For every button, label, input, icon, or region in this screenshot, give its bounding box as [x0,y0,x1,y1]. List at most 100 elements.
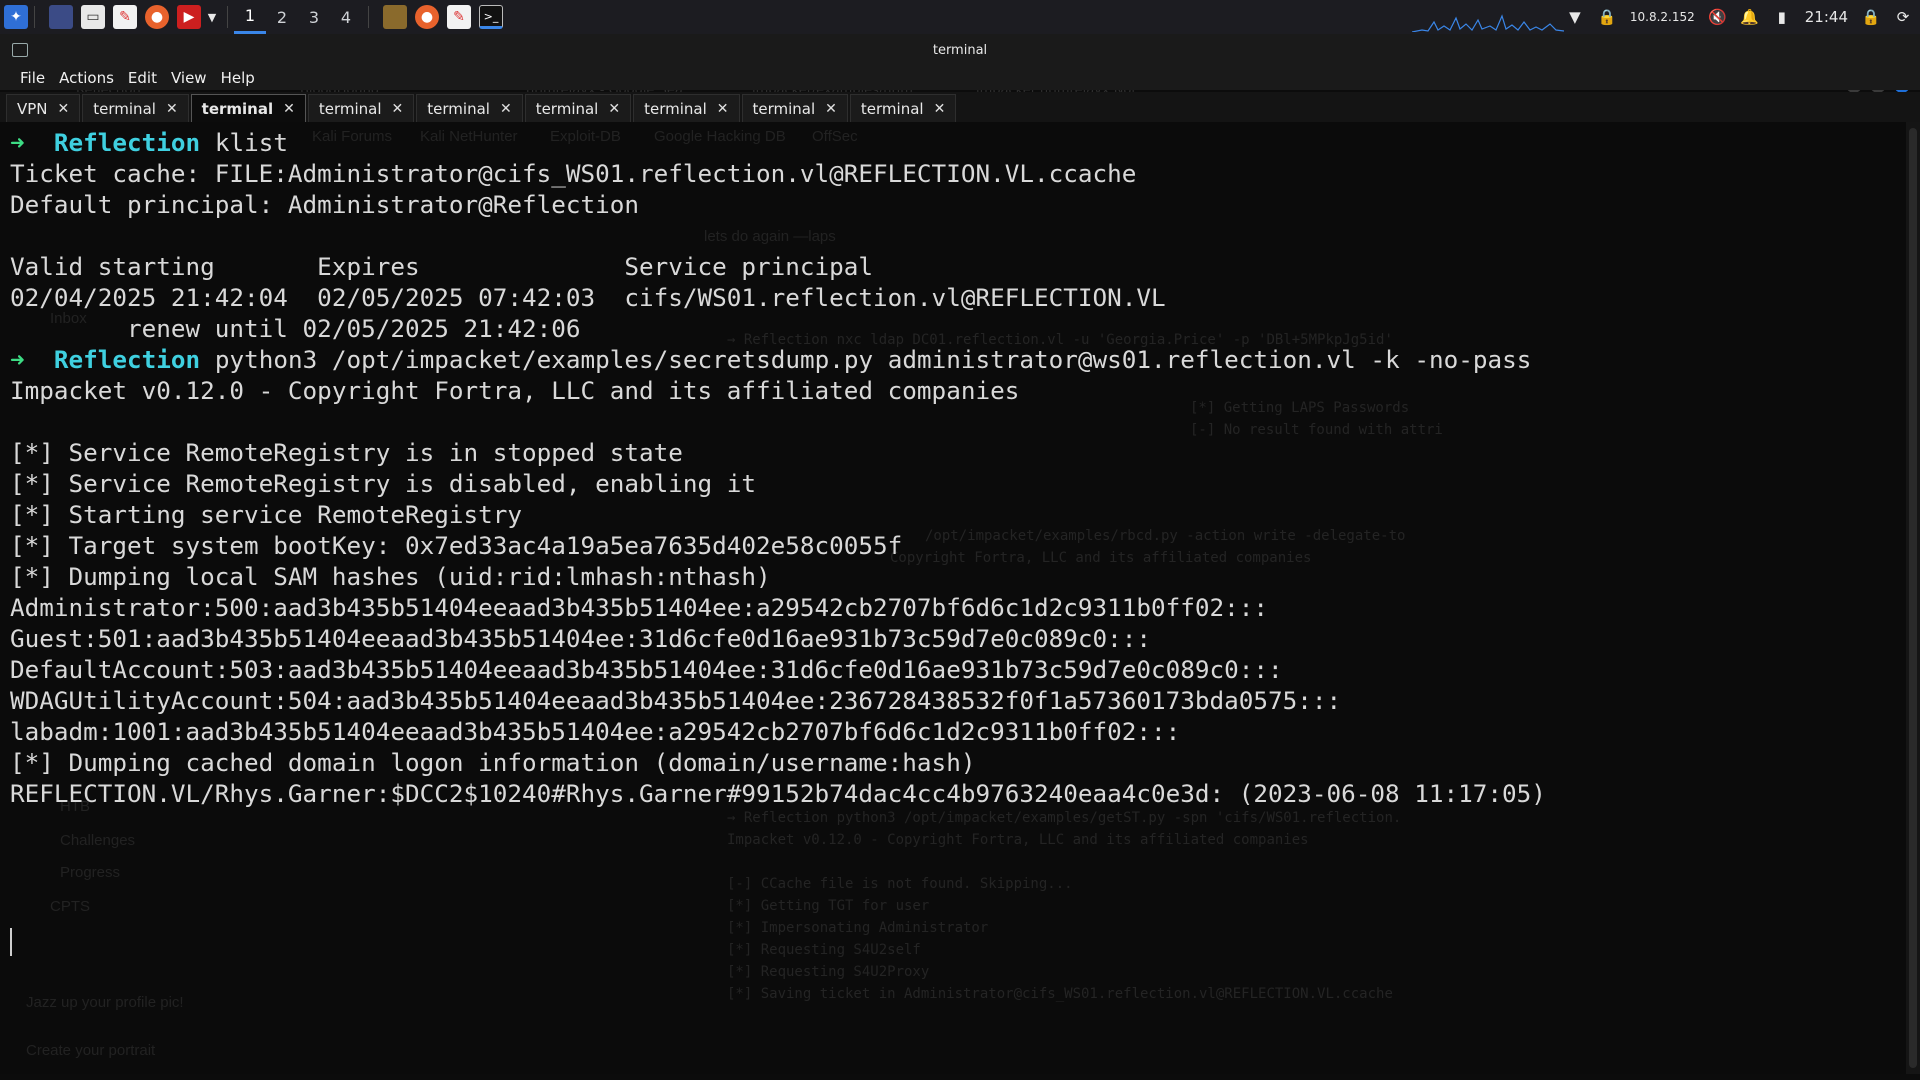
tab-terminal[interactable]: terminal ✕ [524,94,632,122]
output-line: Ticket cache: FILE:Administrator@cifs_WS… [10,159,1137,188]
output-line: [*] Target system bootKey: 0x7ed33ac4a19… [10,531,903,560]
close-tab-icon[interactable]: ✕ [283,101,295,117]
ghost-text: CPTS [50,898,91,915]
output-line: [*] Dumping cached domain logon informat… [10,748,976,777]
window-title: terminal [932,43,988,58]
menu-help[interactable]: Help [215,69,261,87]
tab-label: terminal [644,99,707,118]
tab-terminal[interactable]: terminal ✕ [416,94,523,122]
workspace-2[interactable]: 2 [266,0,298,34]
text-editor-icon[interactable]: ✎ [113,5,137,29]
kali-menu-icon[interactable]: ✦ [4,5,28,29]
menu-actions[interactable]: Actions [53,69,120,87]
prompt-host: Reflection [53,128,201,157]
terminal-launcher-icon[interactable]: ▶ [177,5,201,29]
ghost-text: [*] Impersonating Administrator [727,920,989,936]
tab-label: terminal [860,99,924,118]
output-line: Guest:501:aad3b435b51404eeaad3b435b51404… [10,624,1151,653]
menubar: File Actions Edit View Help [0,66,1920,90]
firefox-icon[interactable]: ● [145,5,169,29]
system-panel: ✦ ▭ ✎ ● ▶ ▼ 1 2 3 4 ● ✎ >_ ▼ 🔒 10.8.2.15… [0,0,1920,34]
menu-edit[interactable]: Edit [122,69,163,87]
close-tab-icon[interactable]: ✕ [825,101,837,117]
tab-terminal[interactable]: terminal ✕ [633,94,740,122]
power-icon[interactable]: ⟳ [1894,8,1912,26]
network-graph-icon [1412,14,1564,32]
bell-icon[interactable]: 🔔 [1740,8,1759,26]
output-line: renew until 02/05/2025 21:42:06 [10,314,581,343]
ghost-text: [*] Requesting S4U2self [727,942,921,958]
output-line: DefaultAccount:503:aad3b435b51404eeaad3b… [10,655,1283,684]
close-tab-icon[interactable]: ✕ [166,101,178,117]
output-line: WDAGUtilityAccount:504:aad3b435b51404eea… [10,686,1342,715]
output-line: [*] Service RemoteRegistry is disabled, … [10,469,757,498]
terminal-output[interactable]: Kali Forums Kali NetHunter Exploit-DB Go… [0,122,1906,1074]
tab-label: terminal [752,99,816,118]
scrollbar-thumb[interactable] [1909,128,1917,1068]
prompt-line: ➜ Reflection klist [10,127,1546,158]
window-titlebar[interactable]: Reflection BloodHound ntlmrelayx - Googl… [0,34,1920,98]
output-line: [*] Starting service RemoteRegistry [10,500,522,529]
tab-terminal-active[interactable]: terminal ✕ [190,94,306,122]
menu-file[interactable]: File [14,69,51,87]
close-tab-icon[interactable]: ✕ [934,101,946,117]
tab-terminal[interactable]: terminal ✕ [82,94,189,122]
ghost-text: Impacket v0.12.0 - Copyright Fortra, LLC… [727,832,1309,848]
window-editor-icon[interactable]: ✎ [447,5,471,29]
tab-vpn[interactable]: VPN ✕ [6,94,81,122]
output-line: Default principal: Administrator@Reflect… [10,190,640,219]
ghost-text: [*] Getting TGT for user [727,898,930,914]
battery-icon[interactable]: ▮ [1773,8,1791,26]
ghost-text: Jazz up your profile pic! [26,994,184,1011]
prompt-arrow-icon: ➜ [10,345,25,374]
ghost-text: [-] CCache file is not found. Skipping..… [727,876,1073,892]
desktop-icon[interactable] [49,5,73,29]
panel-separator [34,6,35,28]
workspace-1[interactable]: 1 [234,0,266,34]
close-tab-icon[interactable]: ✕ [392,101,404,117]
lock-screen-icon[interactable]: 🔒 [1862,8,1881,26]
workspace-3[interactable]: 3 [298,0,330,34]
output-line: [*] Service RemoteRegistry is in stopped… [10,438,683,467]
close-tab-icon[interactable]: ✕ [58,101,70,117]
output-line: labadm:1001:aad3b435b51404eeaad3b435b514… [10,717,1181,746]
command-text: klist [214,128,288,157]
wifi-icon[interactable]: ▼ [1566,8,1584,26]
ip-address: 10.8.2.152 [1629,10,1695,24]
command-text: python3 /opt/impacket/examples/secretsdu… [214,345,1532,374]
tab-bar: VPN ✕ terminal ✕ terminal ✕ terminal ✕ termi… [0,92,1920,122]
clock[interactable]: 21:44 [1805,8,1848,26]
close-tab-icon[interactable]: ✕ [500,101,512,117]
output-line: [*] Dumping local SAM hashes (uid:rid:lm… [10,562,771,591]
panel-separator [227,6,228,28]
tab-label: VPN [17,99,48,118]
tab-label: terminal [318,99,382,118]
mute-icon[interactable]: 🔇 [1708,8,1727,26]
text-cursor [10,928,12,956]
tab-label: terminal [427,99,490,118]
tab-terminal[interactable]: terminal ✕ [307,94,415,122]
output-line: Administrator:500:aad3b435b51404eeaad3b4… [10,593,1269,622]
close-tab-icon[interactable]: ✕ [608,101,620,117]
tab-terminal[interactable]: terminal ✕ [849,94,957,122]
prompt-arrow-icon: ➜ [10,128,25,157]
tab-label: terminal [93,99,156,118]
workspace-4[interactable]: 4 [330,0,362,34]
panel-separator [368,6,369,28]
prompt-host: Reflection [53,345,201,374]
ghost-text: Challenges [60,832,136,849]
menu-view[interactable]: View [165,69,213,87]
close-tab-icon[interactable]: ✕ [717,101,729,117]
vpn-lock-icon[interactable]: 🔒 [1598,8,1617,26]
window-thumb-icon[interactable] [383,5,407,29]
tab-terminal[interactable]: terminal ✕ [741,94,848,122]
file-manager-icon[interactable]: ▭ [81,5,105,29]
output-line: Valid starting Expires Service principal [10,252,874,281]
tab-label: terminal [201,99,274,118]
window-firefox-icon[interactable]: ● [415,5,439,29]
chevron-down-icon[interactable]: ▼ [203,8,221,26]
window-terminal-icon[interactable]: >_ [479,5,503,29]
output-line: Impacket v0.12.0 - Copyright Fortra, LLC… [10,376,1020,405]
